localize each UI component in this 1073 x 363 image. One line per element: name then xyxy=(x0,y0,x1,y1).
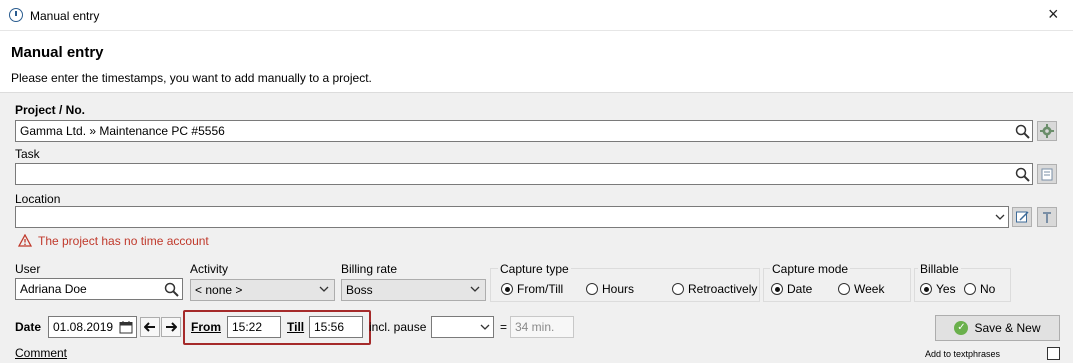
task-label: Task xyxy=(15,147,40,161)
save-and-new-label: Save & New xyxy=(974,321,1041,335)
chevron-down-icon xyxy=(470,286,480,292)
search-icon[interactable] xyxy=(1015,167,1030,182)
arrow-right-icon xyxy=(166,322,177,332)
task-edit-button[interactable] xyxy=(1037,164,1057,184)
calendar-icon[interactable] xyxy=(119,320,133,334)
page-title: Manual entry xyxy=(11,44,104,61)
check-icon: ✓ xyxy=(954,321,969,335)
location-pin-button[interactable] xyxy=(1037,207,1057,227)
chevron-down-icon xyxy=(995,214,1005,220)
till-time-value: 15:56 xyxy=(314,320,345,334)
location-dropdown[interactable] xyxy=(15,206,1009,228)
radio-button[interactable] xyxy=(964,283,976,295)
user-label: User xyxy=(15,262,41,276)
radio-button[interactable] xyxy=(920,283,932,295)
date-label: Date xyxy=(15,320,42,334)
textphrases-label: Add to textphrases xyxy=(925,349,1001,359)
radio-from-till[interactable]: From/Till xyxy=(501,282,563,296)
project-field[interactable]: Gamma Ltd. » Maintenance PC #5556 xyxy=(15,120,1033,142)
from-time-value: 15:22 xyxy=(232,320,263,334)
location-label: Location xyxy=(15,192,61,206)
gear-icon xyxy=(1040,124,1054,138)
pause-label: incl. pause xyxy=(369,320,427,334)
pin-icon xyxy=(1043,212,1051,223)
billing-rate-dropdown[interactable]: Boss xyxy=(341,279,486,301)
search-icon[interactable] xyxy=(164,282,179,297)
edit-icon xyxy=(1016,211,1029,223)
capture-mode-label: Capture mode xyxy=(770,262,851,276)
task-field[interactable] xyxy=(15,163,1033,185)
activity-label: Activity xyxy=(190,262,229,276)
notepad-icon xyxy=(1041,168,1053,181)
clock-icon xyxy=(9,8,23,22)
radio-button[interactable] xyxy=(771,283,783,295)
duration-field: 34 min. xyxy=(510,316,574,338)
page-subtitle: Please enter the timestamps, you want to… xyxy=(11,71,372,85)
warning-message: The project has no time account xyxy=(38,234,209,248)
chevron-down-icon xyxy=(319,286,329,292)
activity-dropdown[interactable]: < none > xyxy=(190,279,335,301)
radio-button[interactable] xyxy=(586,283,598,295)
radio-date[interactable]: Date xyxy=(771,282,812,296)
radio-no[interactable]: No xyxy=(964,282,995,296)
user-field[interactable]: Adriana Doe xyxy=(15,278,183,300)
add-to-textphrases-checkbox[interactable] xyxy=(1047,347,1060,360)
arrow-left-icon xyxy=(144,322,155,332)
previous-day-button[interactable] xyxy=(140,317,160,337)
till-label: Till xyxy=(287,320,305,334)
chevron-down-icon xyxy=(480,324,490,330)
capture-type-label: Capture type xyxy=(498,262,571,276)
radio-yes[interactable]: Yes xyxy=(920,282,956,296)
duration-value: 34 min. xyxy=(515,320,555,334)
next-day-button[interactable] xyxy=(161,317,181,337)
warning-icon xyxy=(18,234,32,247)
billing-rate-label: Billing rate xyxy=(341,262,398,276)
window-title: Manual entry xyxy=(30,9,100,23)
from-label: From xyxy=(191,320,221,334)
project-settings-button[interactable] xyxy=(1037,121,1057,141)
user-value: Adriana Doe xyxy=(20,282,87,296)
equals-sign: = xyxy=(500,320,508,334)
activity-value: < none > xyxy=(195,283,243,297)
radio-button[interactable] xyxy=(838,283,850,295)
save-and-new-button[interactable]: ✓ Save & New xyxy=(935,315,1060,341)
location-edit-button[interactable] xyxy=(1012,207,1032,227)
project-value: Gamma Ltd. » Maintenance PC #5556 xyxy=(20,124,225,138)
comment-label: Comment xyxy=(15,346,68,360)
search-icon[interactable] xyxy=(1015,124,1030,139)
close-icon[interactable]: × xyxy=(1048,5,1059,23)
radio-button[interactable] xyxy=(501,283,513,295)
window-titlebar xyxy=(0,0,1073,31)
from-time-field[interactable]: 15:22 xyxy=(227,316,281,338)
radio-hours[interactable]: Hours xyxy=(586,282,634,296)
radio-week[interactable]: Week xyxy=(838,282,884,296)
project-label: Project / No. xyxy=(15,103,86,117)
till-time-field[interactable]: 15:56 xyxy=(309,316,363,338)
billing-rate-value: Boss xyxy=(346,283,373,297)
radio-button[interactable] xyxy=(672,283,684,295)
billable-label: Billable xyxy=(918,262,961,276)
radio-retroactively[interactable]: Retroactively xyxy=(672,282,757,296)
date-value: 01.08.2019 xyxy=(53,320,114,334)
